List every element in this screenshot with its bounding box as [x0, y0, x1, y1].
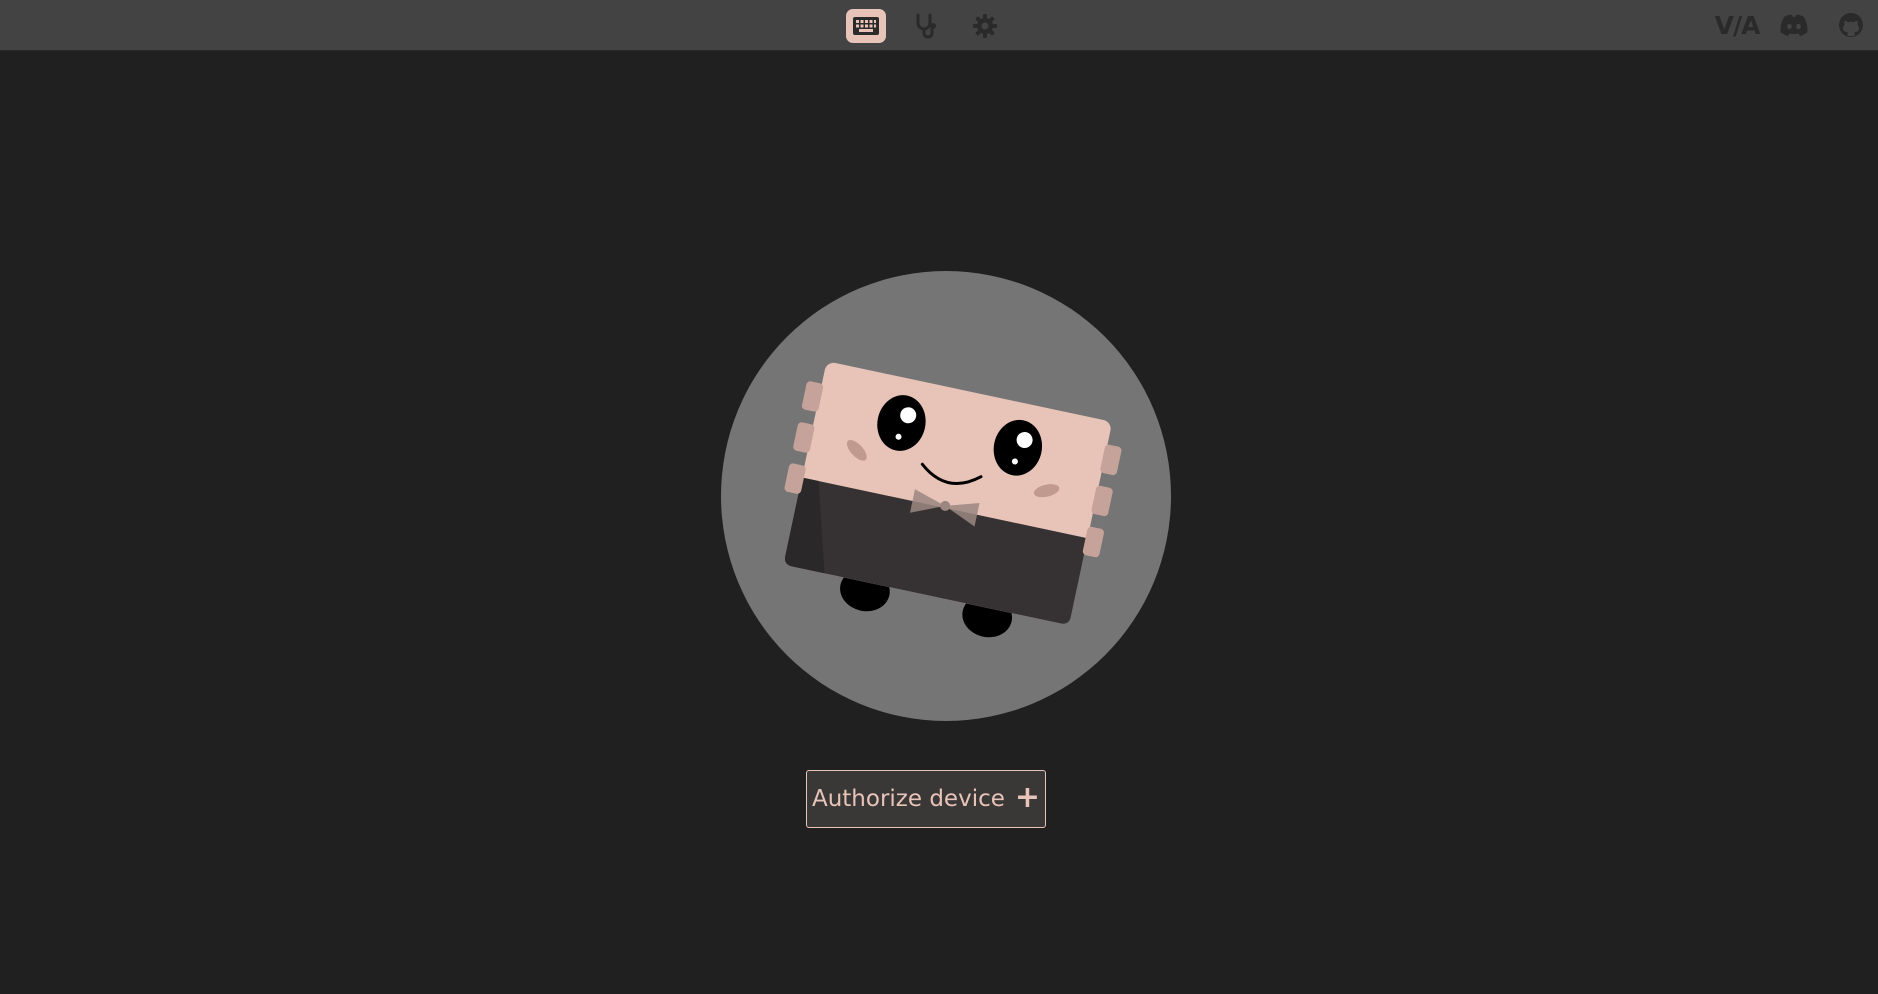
- gear-icon: [973, 14, 997, 38]
- keyboard-icon: [853, 17, 879, 35]
- github-link[interactable]: [1836, 10, 1866, 40]
- plus-icon: +: [1014, 780, 1041, 815]
- authorize-device-label: Authorize device: [811, 786, 1005, 812]
- discord-link[interactable]: [1778, 10, 1810, 40]
- stethoscope-icon: [916, 13, 936, 39]
- github-icon: [1839, 13, 1863, 37]
- via-logo: V/A: [1714, 10, 1761, 40]
- keyboard-tab[interactable]: [846, 9, 886, 43]
- debug-tab[interactable]: [906, 9, 946, 43]
- via-logo-link[interactable]: V/A: [1714, 10, 1761, 40]
- mascot-illustration: [720, 270, 1172, 722]
- keyboard-mascot-icon: [721, 271, 1171, 721]
- discord-icon: [1780, 14, 1808, 36]
- settings-tab[interactable]: [965, 9, 1005, 43]
- top-navigation-bar: V/A: [0, 0, 1878, 51]
- authorize-device-button[interactable]: Authorize device +: [806, 770, 1046, 828]
